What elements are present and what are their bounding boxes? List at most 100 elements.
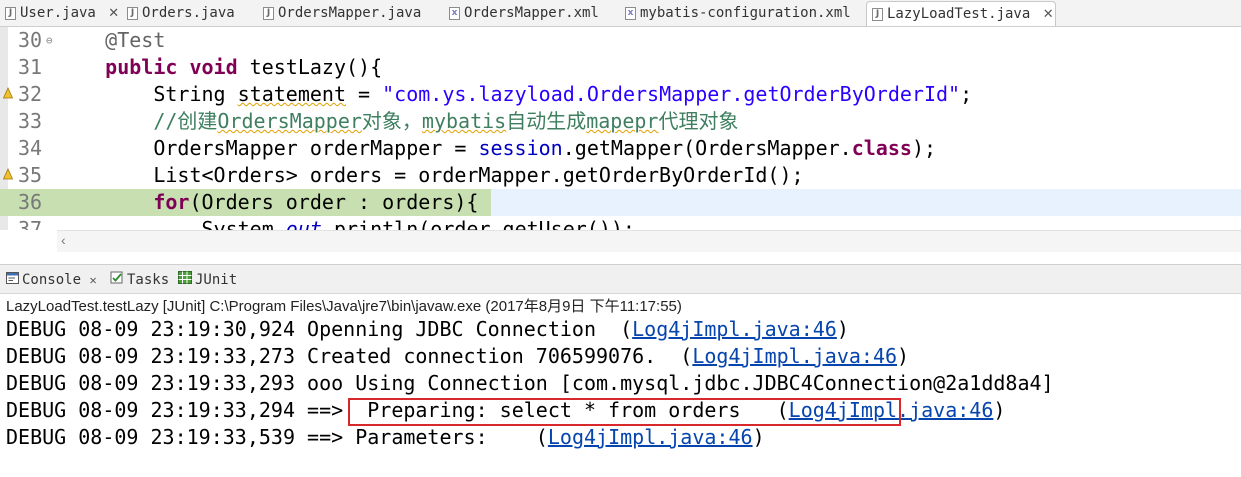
code-line[interactable]: 36 for(Orders order : orders){ <box>0 189 1241 216</box>
code-editor[interactable]: 30 ⊖ @Test 31 public void testLazy(){32 St… <box>0 27 1241 230</box>
tab-junit[interactable]: JUnit <box>178 271 237 291</box>
code-token: 对象， <box>361 109 422 133</box>
line-number: 31 <box>18 55 43 79</box>
java-file-icon: J <box>872 8 883 21</box>
console-line-text: DEBUG 08-09 23:19:33,293 ooo Using Conne… <box>6 371 1054 395</box>
code-token: 自动生成 <box>506 109 587 133</box>
code-line[interactable]: 35 List<Orders> orders = orderMapper.get… <box>0 162 1241 189</box>
xml-file-icon: x <box>625 7 636 20</box>
code-text: public void testLazy(){ <box>57 54 382 81</box>
tab-label: mybatis-configuration.xml <box>640 5 851 21</box>
tab-orders-java[interactable]: J Orders.java <box>122 1 235 26</box>
console-line-text: DEBUG 08-09 23:19:33,273 Created connect… <box>6 344 693 368</box>
code-token: OrdersMapper <box>217 109 362 133</box>
tab-lazyloadtest-java[interactable]: J LazyLoadTest.java ✕ <box>866 1 1056 26</box>
console-line-suffix: ) <box>836 317 849 341</box>
code-token: testLazy(){ <box>237 55 383 79</box>
highlight-box <box>348 398 901 426</box>
code-token: (Orders order : orders){ <box>189 190 479 214</box>
code-line[interactable]: 34 OrdersMapper orderMapper = session.ge… <box>0 135 1241 162</box>
code-text: OrdersMapper orderMapper = session.getMa… <box>57 135 936 162</box>
tab-ordersmapper-java[interactable]: J OrdersMapper.java <box>258 1 421 26</box>
code-token: class <box>851 136 912 160</box>
code-line[interactable]: 31 public void testLazy(){ <box>0 54 1241 81</box>
tab-label: Tasks <box>127 272 170 288</box>
code-token: void <box>189 55 238 79</box>
console-line-suffix: ) <box>897 344 910 368</box>
tab-label: Orders.java <box>142 5 235 21</box>
code-token: 代理对象 <box>658 109 739 133</box>
tab-mybatis-configuration-xml[interactable]: x mybatis-configuration.xml <box>620 1 851 26</box>
code-line[interactable]: 37 System.out.println(order.getUser()); <box>0 216 1241 230</box>
java-file-icon: J <box>263 7 274 20</box>
code-token: statement <box>237 82 346 106</box>
source-link[interactable]: Log4jImpl.java:46 <box>692 344 897 368</box>
tab-label: User.java <box>20 5 96 21</box>
console-line-suffix: ) <box>993 398 1006 422</box>
code-token: OrdersMapper orderMapper = <box>57 136 479 160</box>
code-text: List<Orders> orders = orderMapper.getOrd… <box>57 162 804 189</box>
tab-label: OrdersMapper.xml <box>464 5 599 21</box>
code-token: "com.ys.lazyload.OrdersMapper.getOrderBy… <box>382 82 961 106</box>
tab-tasks[interactable]: Tasks <box>110 271 169 291</box>
tab-user-java[interactable]: J User.java ✕ <box>0 1 119 26</box>
source-link[interactable]: Log4jImpl.java:46 <box>632 317 837 341</box>
line-number: 32 <box>18 82 43 106</box>
code-token: .getMapper(OrdersMapper. <box>562 136 852 160</box>
code-token: System. <box>57 217 286 230</box>
tab-label: JUnit <box>195 272 238 288</box>
warning-marker-icon[interactable] <box>2 168 14 180</box>
line-number: 35 <box>18 163 43 187</box>
code-token: ); <box>911 136 937 160</box>
close-icon[interactable]: ✕ <box>108 6 119 21</box>
java-file-icon: J <box>5 7 16 20</box>
code-token: session <box>478 136 563 160</box>
junit-icon <box>178 271 192 289</box>
code-text: //创建OrdersMapper对象，mybatis自动生成mapepr代理对象 <box>57 108 738 135</box>
line-number: 34 <box>18 136 43 160</box>
tab-label: Console <box>22 272 82 288</box>
line-number: 33 <box>18 109 43 133</box>
console-line: DEBUG 08-09 23:19:30,924 Openning JDBC C… <box>6 316 849 343</box>
code-line[interactable]: 30 ⊖ @Test <box>0 27 1241 54</box>
console-line-text: DEBUG 08-09 23:19:30,924 Openning JDBC C… <box>6 317 633 341</box>
tab-ordersmapper-xml[interactable]: x OrdersMapper.xml <box>444 1 599 26</box>
console-icon <box>6 271 19 289</box>
console-line-text: DEBUG 08-09 23:19:33,539 ==> Parameters:… <box>6 425 548 449</box>
console-line-suffix: ) <box>752 425 765 449</box>
xml-file-icon: x <box>449 7 460 20</box>
code-token: for <box>153 190 190 214</box>
java-file-icon: J <box>127 7 138 20</box>
code-line[interactable]: 33 //创建OrdersMapper对象，mybatis自动生成mapepr代… <box>0 108 1241 135</box>
line-number: 30 <box>18 28 43 52</box>
tab-label: OrdersMapper.java <box>278 5 422 21</box>
line-number: 37 <box>18 217 43 230</box>
warning-marker-icon[interactable] <box>2 87 14 99</box>
code-token: List<Orders> orders = orderMapper.getOrd… <box>57 163 804 187</box>
source-link[interactable]: Log4jImpl.java:46 <box>548 425 753 449</box>
code-token: out <box>285 217 322 230</box>
close-icon[interactable]: ✕ <box>89 273 96 287</box>
console-line: DEBUG 08-09 23:19:33,273 Created connect… <box>6 343 909 370</box>
horizontal-scrollbar[interactable]: ‹ <box>57 230 1241 252</box>
code-text: @Test <box>57 27 165 54</box>
code-token: public <box>105 55 178 79</box>
code-token: mapepr <box>586 109 659 133</box>
console-line: DEBUG 08-09 23:19:33,539 ==> Parameters:… <box>6 424 765 451</box>
fold-icon[interactable]: ⊖ <box>46 27 53 54</box>
console-line: DEBUG 08-09 23:19:33,293 ooo Using Conne… <box>6 370 1054 397</box>
tab-console[interactable]: Console ✕ <box>6 271 97 291</box>
code-token: mybatis <box>421 109 507 133</box>
code-text: String statement = "com.ys.lazyload.Orde… <box>57 81 972 108</box>
code-token: //创建 <box>153 109 218 133</box>
code-text: for(Orders order : orders){ <box>57 189 478 216</box>
scroll-left-icon[interactable]: ‹ <box>61 232 66 248</box>
code-line[interactable]: 32 String statement = "com.ys.lazyload.O… <box>0 81 1241 108</box>
tasks-icon <box>110 271 124 289</box>
close-icon[interactable]: ✕ <box>1043 7 1054 22</box>
line-number: 36 <box>18 190 43 214</box>
